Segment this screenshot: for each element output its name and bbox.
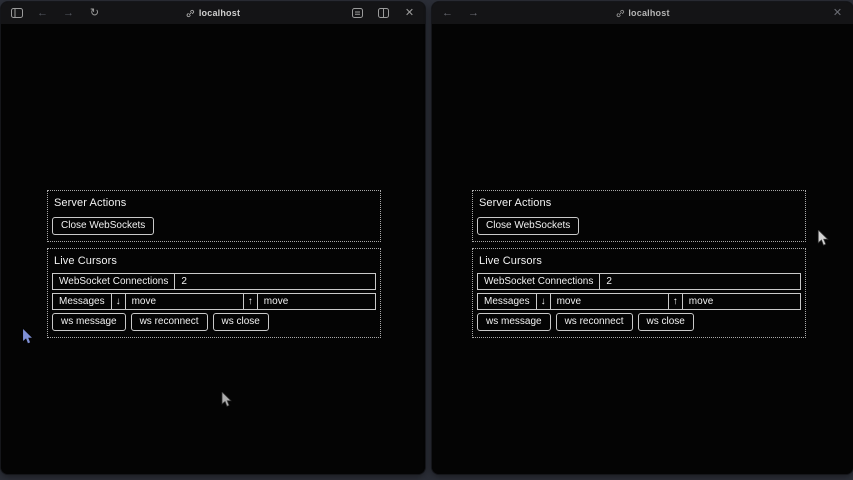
connections-value: 2 xyxy=(175,274,375,289)
mouse-cursor-right xyxy=(817,230,829,247)
page-title: localhost xyxy=(199,8,240,18)
server-actions-legend: Server Actions xyxy=(54,197,376,209)
connections-label: WebSocket Connections xyxy=(478,274,600,289)
live-cursors-legend: Live Cursors xyxy=(479,255,801,267)
messages-label: Messages xyxy=(478,294,537,309)
sidebar-toggle-button[interactable] xyxy=(10,7,23,20)
messages-row: Messages ↓ move ↑ move xyxy=(52,293,376,310)
server-actions-fieldset: Server Actions Close WebSockets xyxy=(472,190,806,242)
ws-close-button[interactable]: ws close xyxy=(638,313,694,331)
live-cursors-fieldset: Live Cursors WebSocket Connections 2 Mes… xyxy=(47,248,381,338)
page-title: localhost xyxy=(628,8,669,18)
server-actions-legend: Server Actions xyxy=(479,197,801,209)
down-arrow-icon: ↓ xyxy=(537,294,551,309)
connections-row: WebSocket Connections 2 xyxy=(477,273,801,290)
ws-reconnect-button[interactable]: ws reconnect xyxy=(556,313,633,331)
ws-buttons-row: ws message ws reconnect ws close xyxy=(52,313,376,331)
outgoing-message-value: move xyxy=(683,294,800,309)
address-display: localhost xyxy=(186,2,240,24)
live-cursors-fieldset: Live Cursors WebSocket Connections 2 Mes… xyxy=(472,248,806,338)
back-button[interactable]: ← xyxy=(36,7,49,20)
titlebar[interactable]: ← → localhost ✕ xyxy=(432,2,853,24)
browser-window-left: ← → ↻ localhost ✕ Server Actions Close W… xyxy=(1,2,425,474)
server-actions-fieldset: Server Actions Close WebSockets xyxy=(47,190,381,242)
live-cursors-legend: Live Cursors xyxy=(54,255,376,267)
incoming-message-value: move xyxy=(551,294,669,309)
reload-button[interactable]: ↻ xyxy=(88,7,101,20)
ws-reconnect-button[interactable]: ws reconnect xyxy=(131,313,208,331)
browser-window-right: ← → localhost ✕ Server Actions Close Web… xyxy=(432,2,853,474)
link-icon xyxy=(186,9,195,18)
titlebar-right-controls: ✕ xyxy=(831,7,844,20)
link-icon xyxy=(615,9,624,18)
up-arrow-icon: ↑ xyxy=(669,294,683,309)
connections-label: WebSocket Connections xyxy=(53,274,175,289)
ws-message-button[interactable]: ws message xyxy=(52,313,126,331)
titlebar-left-controls: ← → xyxy=(441,7,480,20)
down-arrow-icon: ↓ xyxy=(112,294,126,309)
mouse-cursor-left xyxy=(221,392,232,408)
close-window-button[interactable]: ✕ xyxy=(403,7,416,20)
titlebar-right-controls: ✕ xyxy=(351,7,416,20)
connections-row: WebSocket Connections 2 xyxy=(52,273,376,290)
back-button[interactable]: ← xyxy=(441,7,454,20)
forward-button[interactable]: → xyxy=(62,7,75,20)
up-arrow-icon: ↑ xyxy=(244,294,258,309)
titlebar[interactable]: ← → ↻ localhost ✕ xyxy=(1,2,425,24)
outgoing-message-value: move xyxy=(258,294,375,309)
ws-buttons-row: ws message ws reconnect ws close xyxy=(477,313,801,331)
close-window-button[interactable]: ✕ xyxy=(831,7,844,20)
ws-message-button[interactable]: ws message xyxy=(477,313,551,331)
incoming-message-value: move xyxy=(126,294,244,309)
titlebar-left-controls: ← → ↻ xyxy=(10,7,101,20)
remote-live-cursor xyxy=(22,329,33,345)
connections-value: 2 xyxy=(600,274,800,289)
forward-button[interactable]: → xyxy=(467,7,480,20)
close-websockets-button[interactable]: Close WebSockets xyxy=(477,217,579,235)
split-view-button[interactable] xyxy=(377,7,390,20)
close-websockets-button[interactable]: Close WebSockets xyxy=(52,217,154,235)
ws-close-button[interactable]: ws close xyxy=(213,313,269,331)
messages-label: Messages xyxy=(53,294,112,309)
messages-row: Messages ↓ move ↑ move xyxy=(477,293,801,310)
page-content: Server Actions Close WebSockets Live Cur… xyxy=(432,24,853,474)
reader-view-button[interactable] xyxy=(351,7,364,20)
page-content: Server Actions Close WebSockets Live Cur… xyxy=(1,24,425,474)
address-display: localhost xyxy=(615,2,669,24)
